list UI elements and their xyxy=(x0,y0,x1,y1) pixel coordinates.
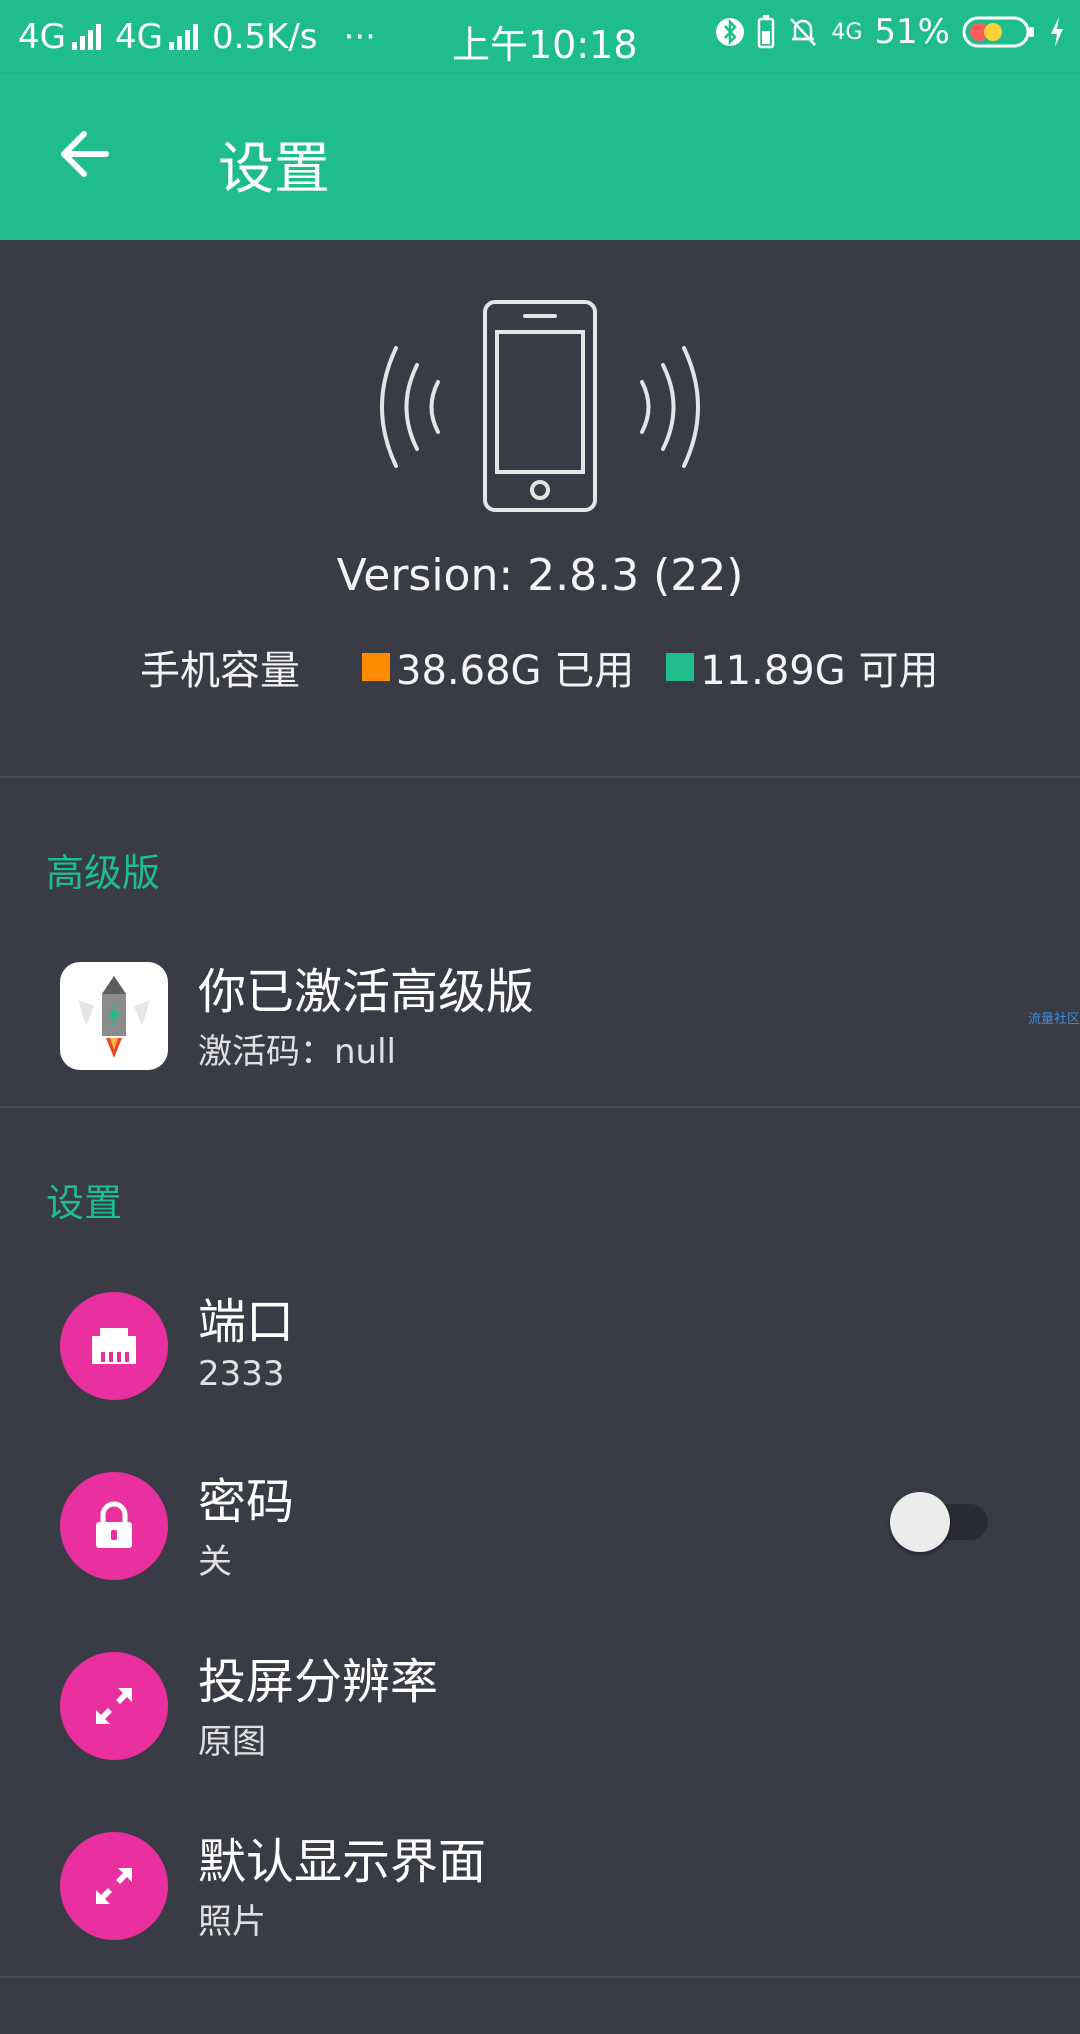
setting-title: 投屏分辨率 xyxy=(198,1654,439,1710)
setting-item-password[interactable]: 密码 关 xyxy=(0,1452,1080,1602)
activation-code: 激活码：null xyxy=(198,1032,396,1072)
setting-value: 原图 xyxy=(198,1722,266,1762)
battery-icon xyxy=(962,16,1034,48)
page-title: 设置 xyxy=(218,137,330,202)
battery-small-icon xyxy=(758,15,775,49)
section-header-settings: 设置 xyxy=(46,1181,123,1225)
divider xyxy=(0,776,1080,778)
setting-value: 关 xyxy=(198,1542,232,1582)
status-right: 4G 51% xyxy=(715,12,1066,52)
setting-value: 照片 xyxy=(198,1902,266,1942)
app-bar: 设置 xyxy=(0,74,1080,240)
lock-icon xyxy=(60,1472,168,1580)
setting-item-port[interactable]: 端口 2333 xyxy=(0,1272,1080,1422)
setting-title: 默认显示界面 xyxy=(198,1834,487,1890)
storage-summary: 手机容量 38.68G 已用 11.89G 可用 xyxy=(140,638,938,696)
used-value: 38.68G 已用 xyxy=(396,648,635,694)
vibrating-phone-icon xyxy=(380,300,700,512)
setting-title: 端口 xyxy=(198,1294,295,1350)
free-value: 11.89G 可用 xyxy=(700,648,939,694)
used-swatch xyxy=(362,653,390,681)
app-logo-icon xyxy=(60,962,168,1070)
setting-item-default-view[interactable]: 默认显示界面 照片 xyxy=(0,1812,1080,1962)
net-type-badge: 4G xyxy=(831,19,863,45)
network-type-2: 4G xyxy=(114,17,163,57)
password-toggle[interactable] xyxy=(890,1492,990,1552)
section-header-premium: 高级版 xyxy=(46,851,161,895)
premium-title: 你已激活高级版 xyxy=(198,964,535,1020)
free-swatch xyxy=(666,653,695,681)
expand-arrows-icon xyxy=(60,1652,168,1760)
watermark-text: 流量社区 xyxy=(1028,1012,1080,1027)
status-left: 4G 4G 0.5K/s ··· xyxy=(18,17,376,57)
back-arrow-icon[interactable] xyxy=(56,126,112,182)
mute-bell-icon xyxy=(790,18,817,46)
setting-value: 2333 xyxy=(198,1354,285,1394)
network-speed: 0.5K/s xyxy=(211,17,318,57)
signal-icon xyxy=(168,24,198,50)
bluetooth-icon xyxy=(716,18,745,46)
toggle-thumb xyxy=(890,1492,950,1552)
setting-title: 密码 xyxy=(198,1474,295,1530)
network-type-1: 4G xyxy=(18,17,66,57)
more-dots: ··· xyxy=(343,17,376,57)
storage-label: 手机容量 xyxy=(140,648,300,694)
battery-percent: 51% xyxy=(874,12,950,52)
clock: 上午10:18 xyxy=(452,23,638,67)
ethernet-port-icon xyxy=(60,1292,168,1400)
divider xyxy=(0,1976,1080,1978)
premium-status-item[interactable]: 你已激活高级版 激活码：null xyxy=(0,942,1080,1092)
expand-arrows-icon xyxy=(60,1832,168,1940)
setting-item-cast-resolution[interactable]: 投屏分辨率 原图 xyxy=(0,1632,1080,1782)
status-bar: 4G 4G 0.5K/s ··· 上午10:18 4G 51% xyxy=(0,0,1080,74)
signal-icon xyxy=(71,24,101,50)
device-info-panel: Version: 2.8.3 (22) 手机容量 38.68G 已用 11.89… xyxy=(0,240,1080,777)
version-label: Version: 2.8.3 (22) xyxy=(336,550,744,601)
divider xyxy=(0,1106,1080,1108)
charging-icon xyxy=(1051,17,1063,47)
